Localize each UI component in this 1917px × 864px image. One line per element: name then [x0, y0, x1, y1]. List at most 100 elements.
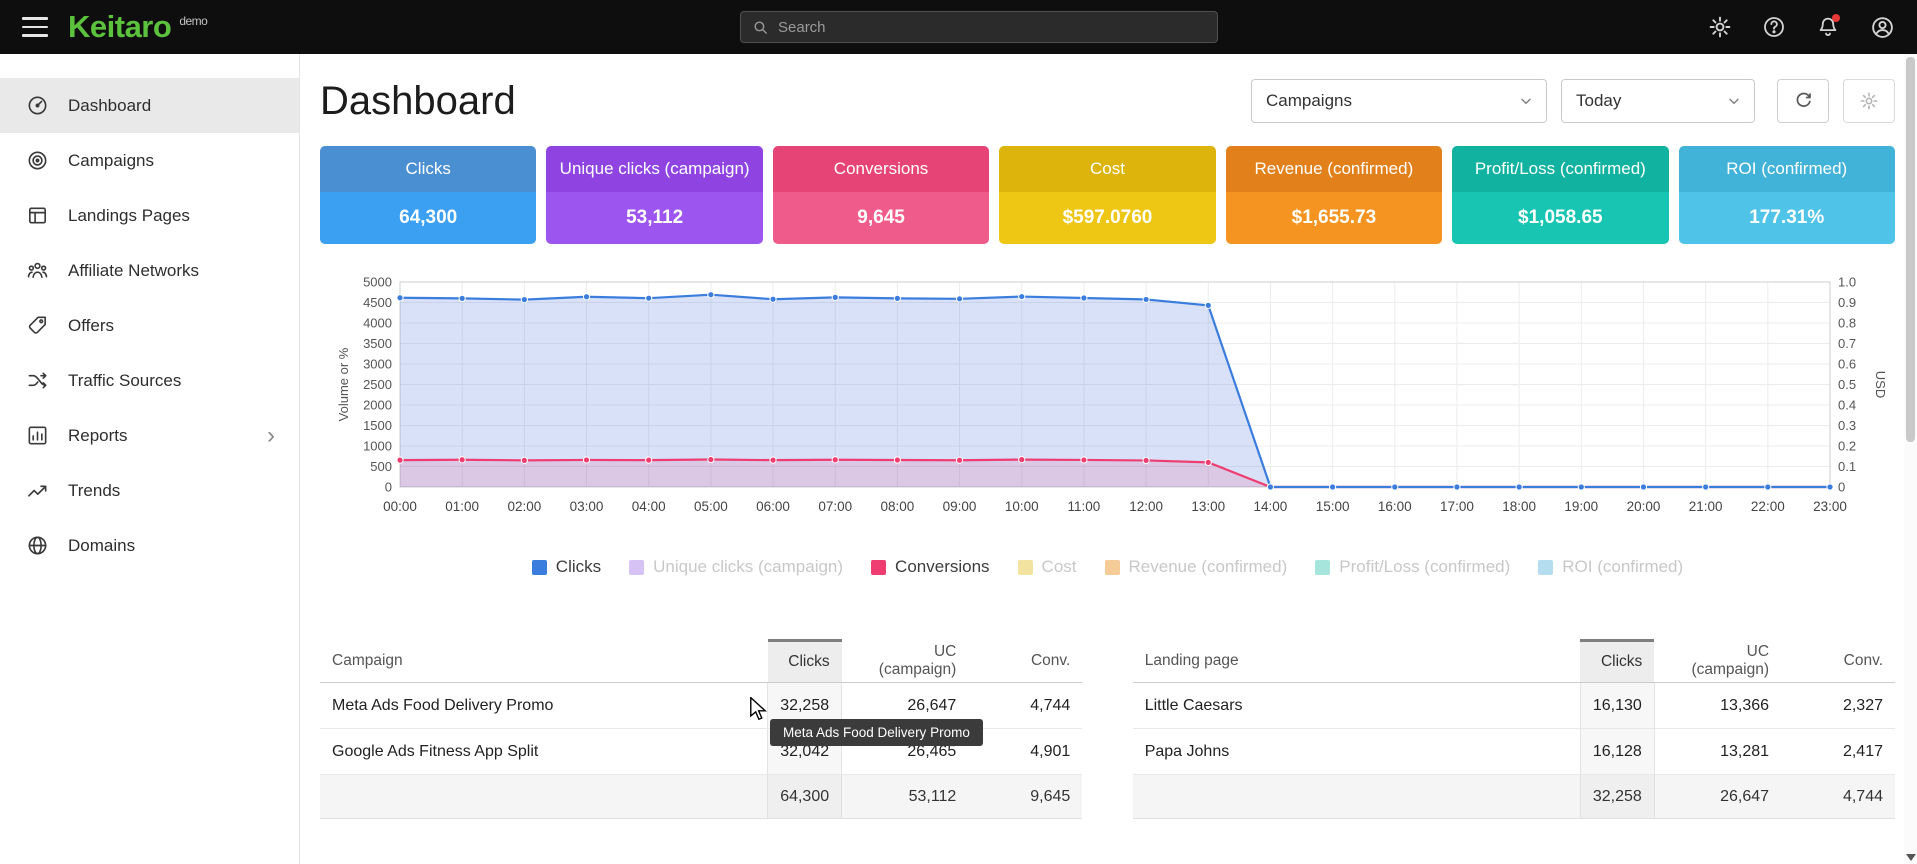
gear-icon[interactable] [1707, 14, 1733, 40]
sidebar-item-trends[interactable]: Trends [0, 463, 299, 518]
col-header-conv[interactable]: Conv. [968, 641, 1082, 683]
svg-text:07:00: 07:00 [818, 499, 852, 514]
sidebar-item-domains[interactable]: Domains [0, 518, 299, 573]
logo-text: Keitaro [68, 9, 171, 45]
legend-swatch [871, 560, 886, 575]
legend-swatch [1315, 560, 1330, 575]
page-icon [26, 204, 50, 228]
svg-text:00:00: 00:00 [383, 499, 417, 514]
grouping-select[interactable]: Campaigns [1251, 79, 1547, 123]
table-cell: 4,744 [968, 683, 1082, 729]
svg-text:22:00: 22:00 [1751, 499, 1785, 514]
col-header-clicks[interactable]: Clicks [768, 641, 842, 683]
sidebar-item-label: Landings Pages [68, 206, 190, 226]
col-header-conv[interactable]: Conv. [1781, 641, 1895, 683]
table-row[interactable]: Little Caesars16,13013,3662,327 [1133, 683, 1895, 729]
svg-text:0.3: 0.3 [1838, 418, 1856, 433]
metric-card-conversions[interactable]: Conversions9,645 [773, 146, 989, 244]
metric-card-roi[interactable]: ROI (confirmed)177.31% [1679, 146, 1895, 244]
legend-item-clicks[interactable]: Clicks [532, 557, 601, 577]
svg-text:0: 0 [385, 480, 392, 495]
svg-text:2000: 2000 [363, 398, 392, 413]
svg-text:0.1: 0.1 [1838, 459, 1856, 474]
col-header-clicks[interactable]: Clicks [1580, 641, 1654, 683]
search-icon [752, 19, 769, 36]
notification-dot [1832, 14, 1840, 22]
sidebar-item-label: Affiliate Networks [68, 261, 199, 281]
totals-row: 64,30053,1129,645 [320, 775, 1082, 819]
sidebar-item-landings[interactable]: Landings Pages [0, 188, 299, 243]
table-cell: 16,128 [1580, 729, 1654, 775]
people-icon [26, 259, 50, 283]
svg-text:18:00: 18:00 [1502, 499, 1536, 514]
metric-value: $1,655.73 [1226, 192, 1442, 244]
metric-label: Clicks [320, 146, 536, 192]
legend-item-profit-loss-confirmed[interactable]: Profit/Loss (confirmed) [1315, 557, 1510, 577]
refresh-button[interactable] [1777, 79, 1829, 123]
split-arrows-icon [26, 369, 50, 393]
user-account-icon[interactable] [1869, 14, 1895, 40]
svg-text:09:00: 09:00 [943, 499, 977, 514]
metric-card-unique-clicks[interactable]: Unique clicks (campaign)53,112 [546, 146, 762, 244]
totals-cell: 26,647 [1654, 775, 1781, 819]
sidebar-item-label: Traffic Sources [68, 371, 181, 391]
legend-item-cost[interactable]: Cost [1018, 557, 1077, 577]
sidebar-item-affiliate-networks[interactable]: Affiliate Networks [0, 243, 299, 298]
menu-icon[interactable] [22, 17, 48, 37]
metric-card-clicks[interactable]: Clicks64,300 [320, 146, 536, 244]
sidebar-item-label: Campaigns [68, 151, 154, 171]
metric-value: $597.0760 [999, 192, 1215, 244]
sidebar-item-campaigns[interactable]: Campaigns [0, 133, 299, 188]
svg-text:16:00: 16:00 [1378, 499, 1412, 514]
sidebar-item-dashboard[interactable]: Dashboard [0, 78, 299, 133]
svg-text:11:00: 11:00 [1068, 499, 1101, 514]
col-header-campaign[interactable]: Campaign [320, 641, 768, 683]
search-input[interactable] [778, 19, 1206, 36]
svg-text:20:00: 20:00 [1627, 499, 1661, 514]
col-header-uc-campaign[interactable]: UC (campaign) [842, 641, 969, 683]
table-row[interactable]: Papa Johns16,12813,2812,417 [1133, 729, 1895, 775]
chevron-right-icon: › [267, 424, 275, 448]
legend-item-revenue-confirmed[interactable]: Revenue (confirmed) [1105, 557, 1288, 577]
metric-card-profit-loss[interactable]: Profit/Loss (confirmed)$1,058.65 [1452, 146, 1668, 244]
sidebar-item-offers[interactable]: Offers [0, 298, 299, 353]
svg-text:1500: 1500 [363, 418, 392, 433]
date-range-select[interactable]: Today [1561, 79, 1755, 123]
legend-swatch [532, 560, 547, 575]
gear-icon [1859, 91, 1879, 111]
metric-card-cost[interactable]: Cost$597.0760 [999, 146, 1215, 244]
help-icon[interactable] [1761, 14, 1787, 40]
metric-value: 53,112 [546, 192, 762, 244]
svg-text:06:00: 06:00 [756, 499, 790, 514]
bell-icon[interactable] [1815, 14, 1841, 40]
scroll-down-arrow[interactable] [1904, 854, 1917, 861]
metric-value: 64,300 [320, 192, 536, 244]
sidebar-item-traffic-sources[interactable]: Traffic Sources [0, 353, 299, 408]
svg-text:19:00: 19:00 [1564, 499, 1598, 514]
metric-value: 9,645 [773, 192, 989, 244]
col-header-uc-campaign[interactable]: UC (campaign) [1654, 641, 1781, 683]
logo[interactable]: Keitaro demo [68, 9, 207, 45]
tag-icon [26, 314, 50, 338]
scrollbar-thumb[interactable] [1906, 57, 1915, 442]
totals-row: 32,25826,6474,744 [1133, 775, 1895, 819]
svg-text:500: 500 [370, 459, 392, 474]
chart-settings-button[interactable] [1843, 79, 1895, 123]
table-cell: 2,417 [1781, 729, 1895, 775]
sidebar-item-reports[interactable]: Reports› [0, 408, 299, 463]
legend-label: Cost [1042, 557, 1077, 577]
traffic-chart[interactable]: 005000.110000.215000.320000.425000.53000… [320, 274, 1895, 531]
svg-text:13:00: 13:00 [1191, 499, 1225, 514]
svg-text:08:00: 08:00 [880, 499, 914, 514]
svg-text:USD: USD [1873, 371, 1888, 398]
svg-text:4500: 4500 [363, 295, 392, 310]
table-cell: 2,327 [1781, 683, 1895, 729]
legend-item-unique-clicks-campaign[interactable]: Unique clicks (campaign) [629, 557, 843, 577]
legend-item-roi-confirmed[interactable]: ROI (confirmed) [1538, 557, 1683, 577]
legend-item-conversions[interactable]: Conversions [871, 557, 990, 577]
col-header-landing-page[interactable]: Landing page [1133, 641, 1581, 683]
metric-card-revenue[interactable]: Revenue (confirmed)$1,655.73 [1226, 146, 1442, 244]
svg-text:3500: 3500 [363, 336, 392, 351]
chevron-down-icon [1726, 93, 1742, 109]
table-cell: Google Ads Fitness App Split [320, 729, 768, 775]
